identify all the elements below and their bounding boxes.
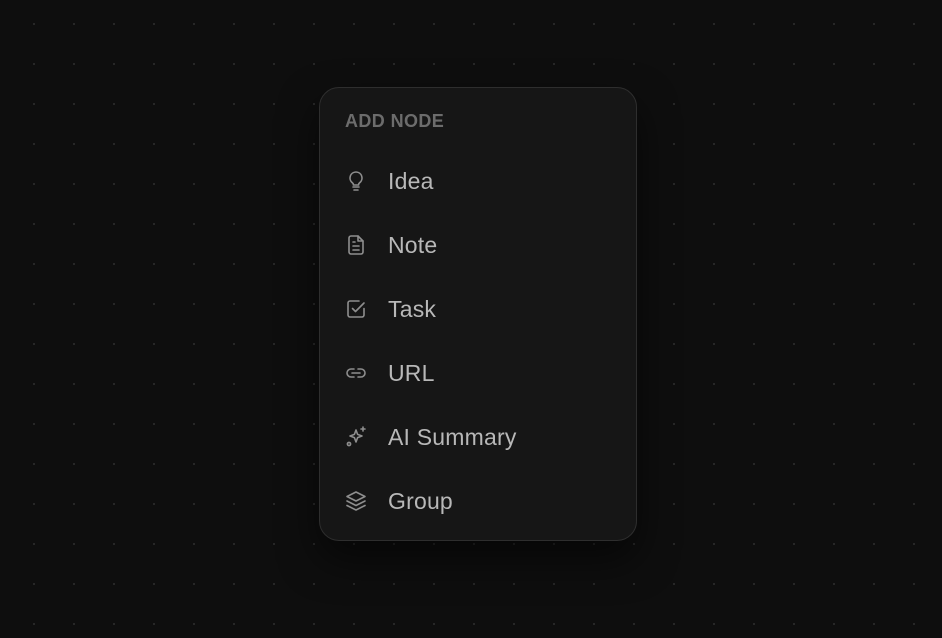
menu-item-url[interactable]: URL xyxy=(320,341,636,405)
menu-item-label: URL xyxy=(388,359,435,386)
menu-item-label: AI Summary xyxy=(388,423,517,450)
menu-title: ADD NODE xyxy=(345,111,445,131)
menu-item-idea[interactable]: Idea xyxy=(320,149,636,213)
menu-item-ai-summary[interactable]: AI Summary xyxy=(320,405,636,469)
document-icon xyxy=(344,233,368,257)
menu-item-label: Group xyxy=(388,487,453,514)
lightbulb-icon xyxy=(344,169,368,193)
checkbox-icon xyxy=(344,297,368,321)
menu-item-label: Task xyxy=(388,295,437,322)
menu-item-note[interactable]: Note xyxy=(320,213,636,277)
menu-item-label: Idea xyxy=(388,167,434,194)
canvas-background[interactable]: { "menu": { "title": "ADD NODE", "items"… xyxy=(0,0,942,638)
sparkles-icon xyxy=(344,425,368,449)
menu-list: Idea Note Task URL AI Summary Group xyxy=(320,149,636,533)
link-icon xyxy=(344,361,368,385)
layers-icon xyxy=(344,489,368,513)
add-node-menu: ADD NODE Idea Note Task URL AI Summary G… xyxy=(319,87,637,541)
menu-item-label: Note xyxy=(388,231,438,258)
menu-item-task[interactable]: Task xyxy=(320,277,636,341)
menu-item-group[interactable]: Group xyxy=(320,469,636,533)
